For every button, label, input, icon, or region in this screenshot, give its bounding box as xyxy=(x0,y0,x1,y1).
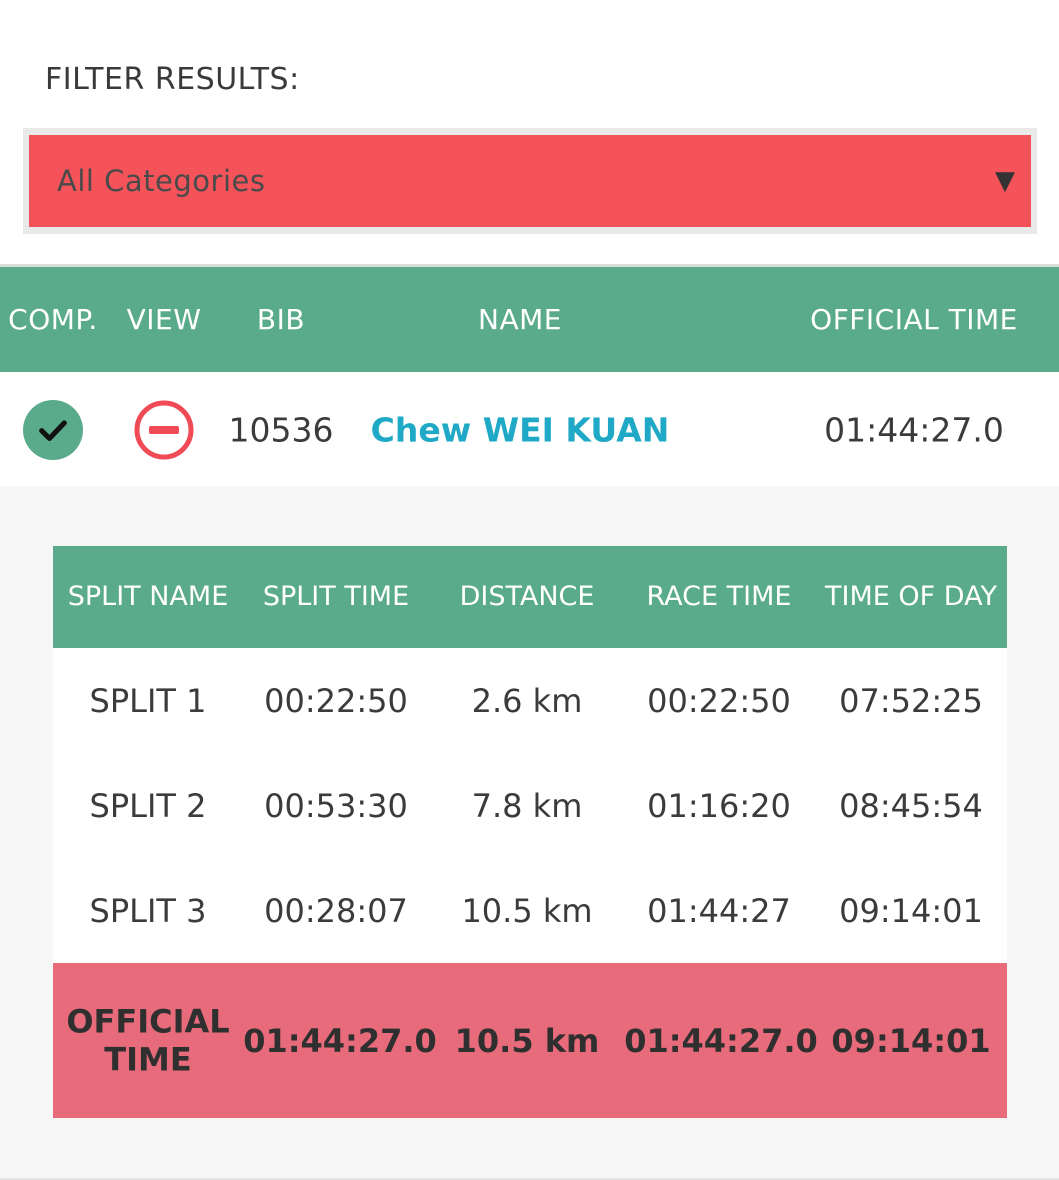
splits-header: SPLIT NAME SPLIT TIME DISTANCE RACE TIME… xyxy=(53,546,1007,648)
col-official-time: OFFICIAL TIME xyxy=(810,303,1018,336)
table-row: SPLIT 3 00:28:07 10.5 km 01:44:27 09:14:… xyxy=(53,858,1007,963)
filter-label: FILTER RESULTS: xyxy=(45,62,300,97)
split-distance: 2.6 km xyxy=(471,681,583,720)
col-name: NAME xyxy=(478,303,562,336)
table-row: SPLIT 2 00:53:30 7.8 km 01:16:20 08:45:5… xyxy=(53,753,1007,858)
runner-name-link[interactable]: Chew WEI KUAN xyxy=(371,410,670,449)
official-race-time: 01:44:27.0 xyxy=(624,1021,818,1060)
col-comp: COMP. xyxy=(8,303,98,336)
minus-circle-icon[interactable] xyxy=(133,398,195,461)
results-table: COMP. VIEW BIB NAME OFFICIAL TIME 10536 … xyxy=(0,264,1059,487)
official-time-of-day: 09:14:01 xyxy=(831,1021,991,1060)
split-race-time: 00:22:50 xyxy=(647,681,791,720)
bib-number: 10536 xyxy=(228,410,334,449)
official-time-row: OFFICIAL TIME 01:44:27.0 10.5 km 01:44:2… xyxy=(53,963,1007,1118)
col-split-name: SPLIT NAME xyxy=(67,581,229,612)
chevron-down-icon: ▼ xyxy=(995,166,1015,196)
results-header: COMP. VIEW BIB NAME OFFICIAL TIME xyxy=(0,267,1059,372)
category-select[interactable]: All Categories ▼ xyxy=(29,135,1031,227)
splits-table: SPLIT NAME SPLIT TIME DISTANCE RACE TIME… xyxy=(53,546,1007,1118)
col-race-time: RACE TIME xyxy=(646,581,792,612)
col-distance: DISTANCE xyxy=(459,581,595,612)
split-distance: 7.8 km xyxy=(471,786,583,825)
official-distance: 10.5 km xyxy=(454,1021,600,1060)
split-distance: 10.5 km xyxy=(461,891,593,930)
col-view: VIEW xyxy=(126,303,202,336)
official-time-value: 01:44:27.0 xyxy=(824,410,1004,449)
split-time-of-day: 08:45:54 xyxy=(839,786,983,825)
table-row: 10536 Chew WEI KUAN 01:44:27.0 xyxy=(0,372,1059,487)
split-time-of-day: 09:14:01 xyxy=(839,891,983,930)
split-time: 00:22:50 xyxy=(264,681,408,720)
official-split-time: 01:44:27.0 xyxy=(243,1021,437,1060)
split-name: SPLIT 2 xyxy=(89,786,207,825)
split-name: SPLIT 1 xyxy=(89,681,207,720)
col-bib: BIB xyxy=(256,303,306,336)
split-time: 00:28:07 xyxy=(264,891,408,930)
table-row: SPLIT 1 00:22:50 2.6 km 00:22:50 07:52:2… xyxy=(53,648,1007,753)
split-time-of-day: 07:52:25 xyxy=(839,681,983,720)
col-split-time: SPLIT TIME xyxy=(262,581,410,612)
col-time-of-day: TIME OF DAY xyxy=(825,581,997,612)
check-icon xyxy=(23,399,83,460)
category-select-wrapper: All Categories ▼ xyxy=(23,128,1037,234)
splits-panel: SPLIT NAME SPLIT TIME DISTANCE RACE TIME… xyxy=(0,486,1059,1180)
split-name: SPLIT 3 xyxy=(89,891,207,930)
split-race-time: 01:16:20 xyxy=(647,786,791,825)
split-race-time: 01:44:27 xyxy=(647,891,791,930)
official-label: OFFICIAL TIME xyxy=(66,1002,230,1079)
split-time: 00:53:30 xyxy=(264,786,408,825)
category-select-value: All Categories xyxy=(57,164,266,198)
